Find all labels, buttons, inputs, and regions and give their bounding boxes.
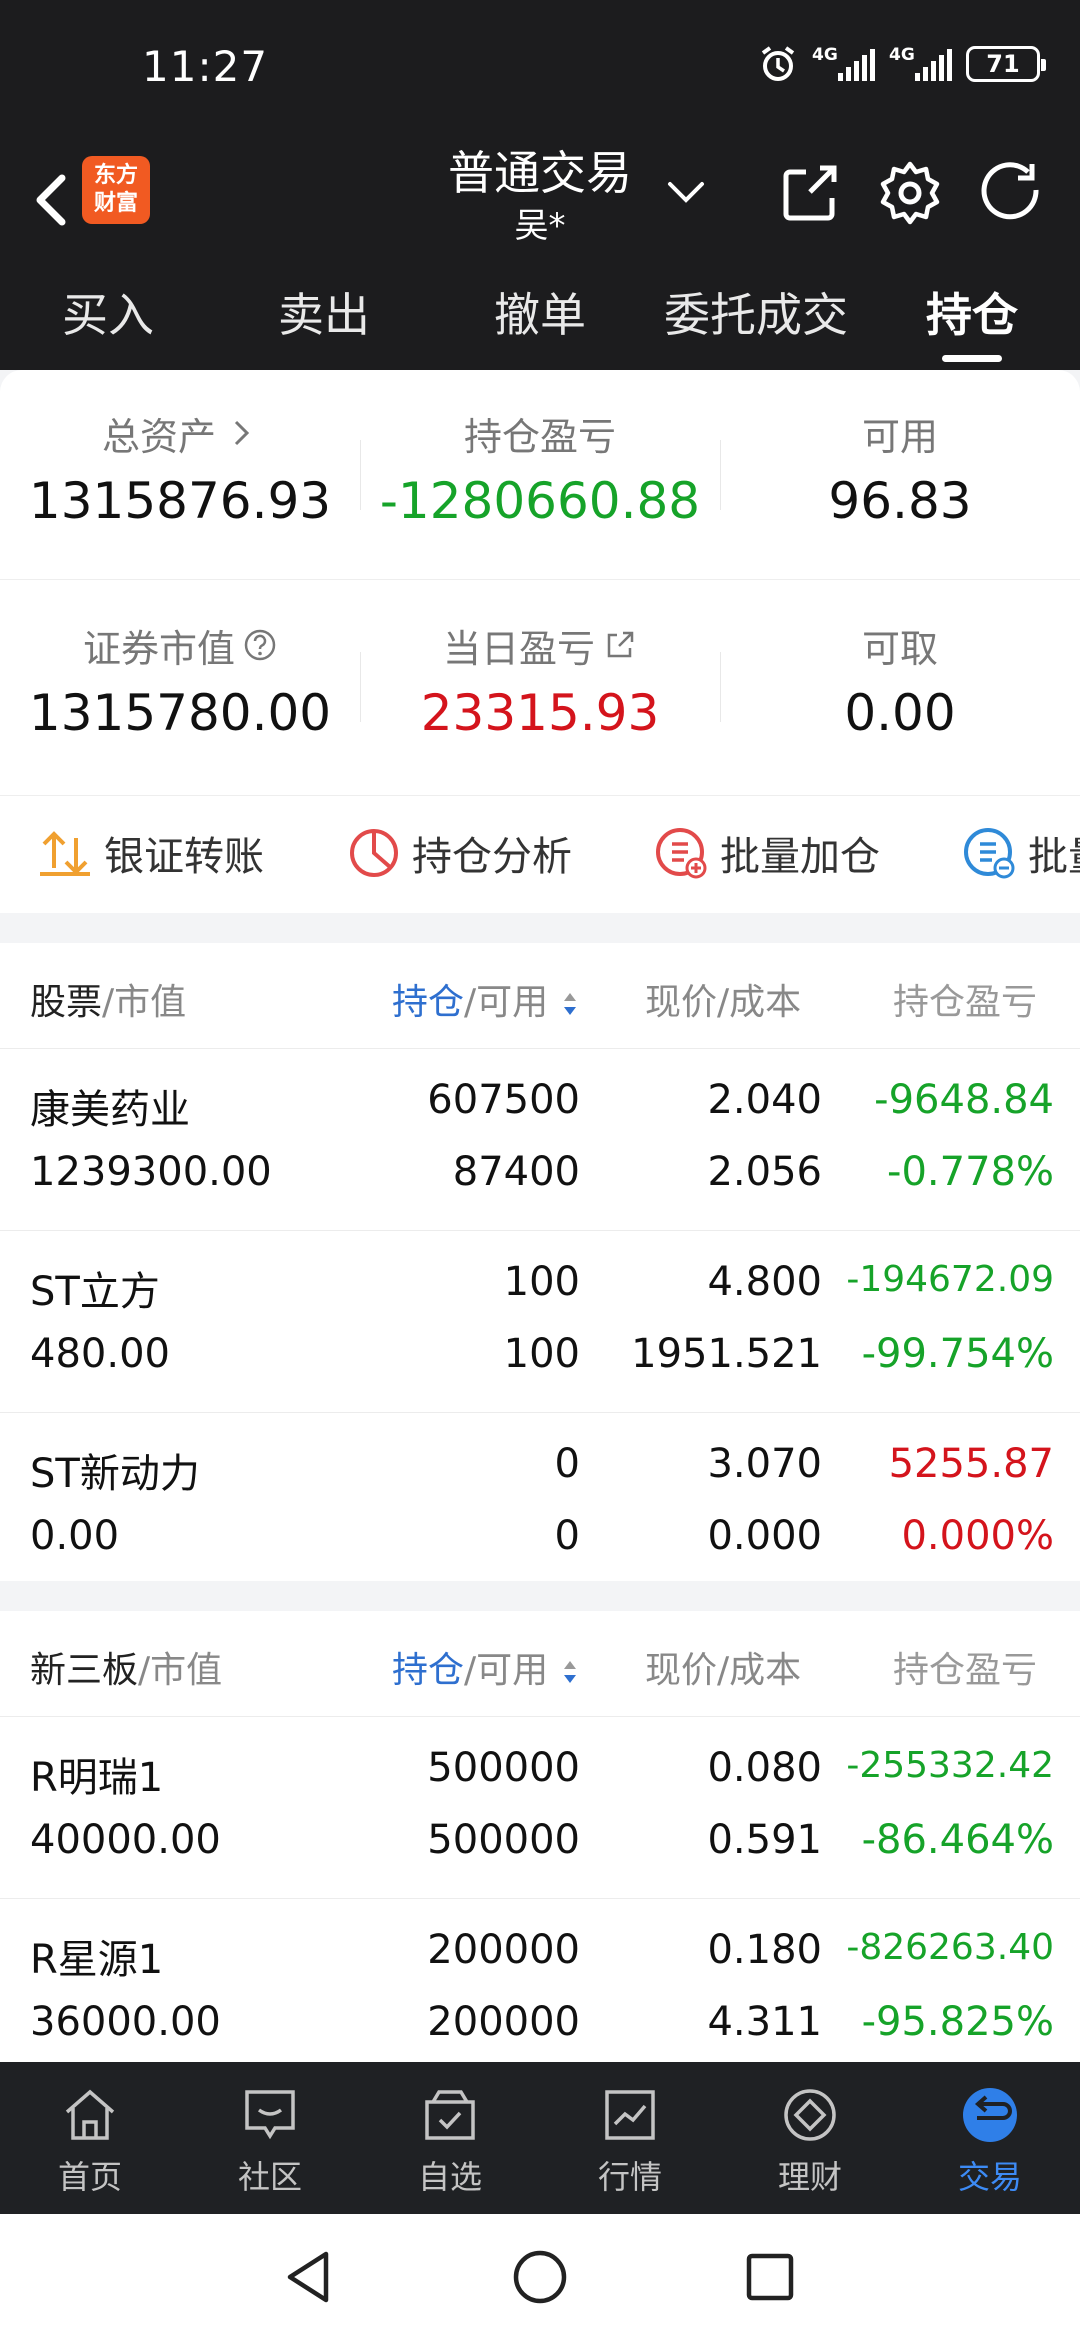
nav-community[interactable]: 社区 <box>180 2062 360 2214</box>
chevron-right-icon <box>234 420 250 446</box>
nav-home[interactable]: 首页 <box>0 2062 180 2214</box>
account-summary: 总资产 1315876.93 持仓盈亏 -1280660.88 可用 96.83… <box>0 370 1080 795</box>
table-row[interactable]: ST新动力 0.00 0 0 3.070 0.000 5255.87 0.000… <box>0 1412 1080 1594</box>
nav-trade[interactable]: 交易 <box>900 2062 1080 2214</box>
back-arrow-icon[interactable] <box>22 158 82 238</box>
page-title: 普通交易 <box>448 146 632 200</box>
system-home-icon[interactable] <box>507 2244 573 2310</box>
position-pnl: 持仓盈亏 -1280660.88 <box>360 370 720 579</box>
signal-icon-1: 4G <box>812 45 875 81</box>
withdrawable-funds: 可取 0.00 <box>720 582 1080 792</box>
bottom-nav: 首页 社区 自选 行情 理财 交易 <box>0 2062 1080 2214</box>
bank-transfer-button[interactable]: 银证转账 <box>36 824 264 882</box>
help-icon[interactable] <box>243 628 277 662</box>
pie-chart-icon <box>350 829 398 877</box>
quick-actions: 银证转账 持仓分析 批量加仓 批量 <box>0 795 1080 913</box>
share-icon[interactable] <box>776 158 846 228</box>
nav-wealth[interactable]: 理财 <box>720 2062 900 2214</box>
alarm-icon <box>761 46 795 81</box>
tab-sell[interactable]: 卖出 <box>216 265 432 370</box>
brand-logo: 东方 财富 <box>82 156 150 224</box>
gear-icon[interactable] <box>875 158 945 228</box>
transfer-icon <box>40 831 90 876</box>
total-assets[interactable]: 总资产 1315876.93 <box>0 370 360 579</box>
table-row[interactable]: ST立方 480.00 100 100 4.800 1951.521 -1946… <box>0 1230 1080 1412</box>
signal-icon-2: 4G <box>889 45 952 81</box>
available-funds: 可用 96.83 <box>720 370 1080 579</box>
tab-positions[interactable]: 持仓 <box>864 265 1080 370</box>
sort-hold-button[interactable]: 持仓/可用 <box>392 1641 580 1693</box>
table-header: 新三板/市值 持仓/可用 现价/成本 持仓盈亏 <box>0 1611 1080 1716</box>
account-name: 吴* <box>514 206 566 246</box>
coin-add-icon <box>656 828 707 879</box>
external-link-icon <box>607 631 634 658</box>
tab-cancel[interactable]: 撤单 <box>432 265 648 370</box>
system-recents-icon[interactable] <box>737 2244 803 2310</box>
diamond-icon <box>784 2089 836 2141</box>
status-time: 11:27 <box>142 42 269 91</box>
tab-buy[interactable]: 买入 <box>0 265 216 370</box>
table-header: 股票/市值 持仓/可用 现价/成本 持仓盈亏 <box>0 943 1080 1048</box>
account-selector[interactable]: 普通交易 吴* <box>400 140 680 246</box>
sort-icon <box>563 1661 576 1683</box>
system-back-icon[interactable] <box>276 2244 342 2310</box>
sort-icon <box>563 993 576 1015</box>
trade-icon <box>963 2088 1017 2142</box>
app-header: 东方 财富 普通交易 吴* <box>0 140 1080 265</box>
market-value: 证券市值 1315780.00 <box>28 626 332 743</box>
daily-pnl[interactable]: 当日盈亏 23315.93 <box>360 582 720 792</box>
neeq-table: 新三板/市值 持仓/可用 现价/成本 持仓盈亏 R明瑞1 40000.00 50… <box>0 1611 1080 2062</box>
status-bar: 11:27 4G 4G 71 <box>0 0 1080 140</box>
chat-icon <box>245 2090 295 2140</box>
tab-orders[interactable]: 委托成交 <box>648 265 864 370</box>
bag-check-icon <box>425 2090 475 2140</box>
refresh-icon[interactable] <box>976 158 1046 228</box>
sort-hold-button[interactable]: 持仓/可用 <box>392 973 580 1025</box>
nav-market[interactable]: 行情 <box>540 2062 720 2214</box>
table-row[interactable]: 康美药业 1239300.00 607500 87400 2.040 2.056… <box>0 1048 1080 1230</box>
table-row[interactable]: R星源1 36000.00 200000 200000 0.180 4.311 … <box>0 1898 1080 2062</box>
home-icon <box>65 2089 115 2140</box>
trade-tabs: 买入 卖出 撤单 委托成交 持仓 <box>0 265 1080 370</box>
batch-add-button[interactable]: 批量加仓 <box>652 824 880 882</box>
coin-minus-icon <box>964 828 1015 879</box>
nav-watchlist[interactable]: 自选 <box>360 2062 540 2214</box>
batch-reduce-button[interactable]: 批量 <box>960 824 1080 882</box>
battery-icon: 71 <box>966 46 1046 82</box>
status-icons: 4G 4G 71 <box>758 44 1046 84</box>
stocks-table: 股票/市值 持仓/可用 现价/成本 持仓盈亏 康美药业 1239300.00 6… <box>0 943 1080 1581</box>
table-row[interactable]: R明瑞1 40000.00 500000 500000 0.080 0.591 … <box>0 1716 1080 1898</box>
position-analysis-button[interactable]: 持仓分析 <box>346 824 572 882</box>
system-nav-bar <box>0 2214 1080 2340</box>
chevron-down-icon[interactable] <box>664 170 708 214</box>
chart-icon <box>605 2090 655 2140</box>
